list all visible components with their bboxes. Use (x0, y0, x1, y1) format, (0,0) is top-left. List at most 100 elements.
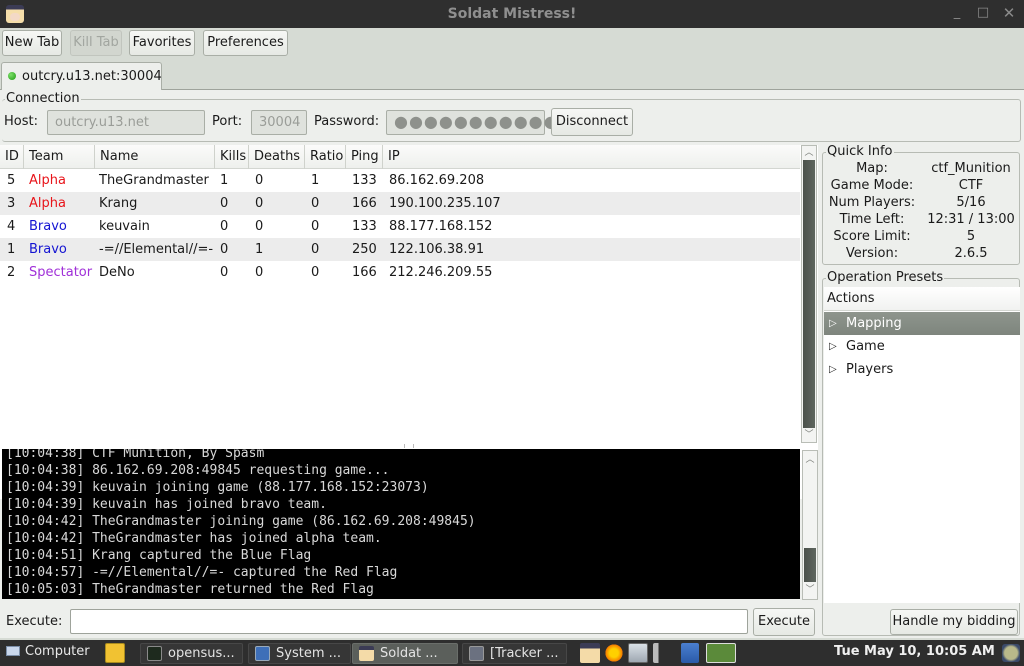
show-desktop-icon[interactable] (1002, 644, 1020, 662)
column-header-team[interactable]: Team (23, 145, 95, 169)
column-header-name[interactable]: Name (94, 145, 215, 169)
player-kills-cell: 0 (220, 219, 229, 234)
window-titlebar: Soldat Mistress! _ □ ✕ (0, 0, 1024, 28)
close-button[interactable]: ✕ (1000, 4, 1018, 22)
minimize-button[interactable]: _ (948, 4, 966, 22)
password-field[interactable]: ●●●●●●●●●●● (386, 110, 558, 135)
server-tabbar: outcry.u13.net:30004 (0, 62, 1024, 90)
handle-my-bidding-button[interactable]: Handle my bidding (890, 609, 1018, 635)
expand-arrow-icon[interactable]: ▷ (829, 335, 837, 358)
player-id-cell: 4 (7, 219, 16, 234)
tab-server[interactable]: outcry.u13.net:30004 (1, 62, 162, 90)
player-ping-cell: 166 (352, 265, 377, 280)
window-title: Soldat Mistress! (447, 6, 577, 22)
column-header-deaths[interactable]: Deaths (248, 145, 305, 169)
quick-info-row: Game Mode: CTF (823, 178, 1019, 195)
player-deaths-cell: 0 (255, 173, 264, 188)
disconnect-button[interactable]: Disconnect (551, 108, 633, 136)
player-row[interactable]: 2 Spectator DeNo 0 0 0 166 212.246.209.55 (0, 261, 800, 284)
battery-icon[interactable] (681, 643, 699, 663)
column-header-ping[interactable]: Ping (345, 145, 383, 169)
player-row[interactable]: 5 Alpha TheGrandmaster 1 0 1 133 86.162.69.208 (0, 169, 800, 192)
maximize-button[interactable]: □ (974, 4, 992, 22)
player-id-cell: 2 (7, 265, 16, 280)
tray-app-preview-icon[interactable] (706, 643, 736, 663)
tray-display-icon[interactable] (628, 643, 648, 663)
player-name-cell: TheGrandmaster (99, 173, 209, 188)
column-header-kills[interactable]: Kills (214, 145, 249, 169)
player-row[interactable]: 4 Bravo keuvain 0 0 0 133 88.177.168.152 (0, 215, 800, 238)
kill-tab-button[interactable]: Kill Tab (70, 30, 122, 56)
new-tab-button[interactable]: New Tab (2, 30, 62, 56)
execute-input[interactable] (70, 609, 748, 634)
maximize-icon: □ (976, 5, 990, 20)
player-row[interactable]: 3 Alpha Krang 0 0 0 166 190.100.235.107 (0, 192, 800, 215)
tray-updater-icon[interactable] (604, 643, 624, 663)
player-name-cell: DeNo (99, 265, 135, 280)
expand-arrow-icon[interactable]: ▷ (829, 312, 837, 335)
column-header-ip[interactable]: IP (382, 145, 800, 169)
taskbar-task-label: System ... (276, 646, 342, 661)
server-log-console[interactable]: [10:04:38] CTF Munition, By Spasm [10:04:… (2, 449, 800, 599)
player-id-cell: 5 (7, 173, 16, 188)
preset-item-game[interactable]: ▷ Game (824, 335, 1020, 358)
player-ip-cell: 86.162.69.208 (389, 173, 485, 188)
execute-label: Execute: (6, 614, 63, 629)
host-field[interactable]: outcry.u13.net (47, 110, 205, 135)
taskbar-task[interactable]: opensus... (140, 643, 243, 664)
port-label: Port: (212, 114, 243, 129)
log-scrollbar[interactable]: ︿ ﹀ (802, 450, 818, 600)
splitter-handle[interactable] (404, 444, 414, 448)
player-kills-cell: 0 (220, 265, 229, 280)
volume-icon[interactable] (653, 643, 667, 663)
column-header-id[interactable]: ID (0, 145, 24, 169)
column-header-ratio[interactable]: Ratio (304, 145, 346, 169)
player-ip-cell: 190.100.235.107 (389, 196, 501, 211)
scroll-down-icon[interactable]: ﹀ (802, 428, 816, 442)
log-line: [10:04:38] 86.162.69.208:49845 requestin… (6, 463, 390, 478)
player-ip-cell: 122.106.38.91 (389, 242, 485, 257)
preferences-button[interactable]: Preferences (203, 30, 288, 56)
execute-button[interactable]: Execute (753, 608, 815, 636)
player-row[interactable]: 1 Bravo -=//Elemental//=- 0 1 0 250 122.106.38.… (0, 238, 800, 261)
player-ping-cell: 250 (352, 242, 377, 257)
preset-item-mapping[interactable]: ▷ Mapping (824, 312, 1020, 335)
clock[interactable]: Tue May 10, 10:05 AM (834, 644, 995, 659)
log-line: [10:04:51] Krang captured the Blue Flag (6, 548, 312, 563)
player-ratio-cell: 1 (311, 173, 320, 188)
taskbar: Computer opensus... System ... Soldat ... [… (0, 640, 1024, 666)
player-id-cell: 3 (7, 196, 16, 211)
taskbar-task[interactable]: System ... (248, 643, 351, 664)
player-deaths-cell: 0 (255, 265, 264, 280)
computer-menu-button[interactable]: Computer (4, 643, 94, 663)
scroll-up-icon[interactable]: ︿ (802, 146, 816, 160)
players-scrollbar[interactable]: ︿ ﹀ (801, 145, 817, 443)
player-team-cell: Bravo (29, 219, 67, 234)
log-line: [10:05:03] TheGrandmaster returned the R… (6, 582, 374, 597)
log-line: [10:04:42] TheGrandmaster joining game (… (6, 514, 476, 529)
log-scrollbar-thumb[interactable] (804, 548, 816, 582)
taskbar-task-label: [Tracker ... (490, 646, 559, 661)
preset-item-label: Mapping (846, 316, 902, 331)
quick-info-row: Map: ctf_Munition (823, 161, 1019, 178)
scroll-up-icon[interactable]: ︿ (803, 453, 817, 467)
notes-launcher-icon[interactable] (105, 643, 125, 663)
taskbar-task[interactable]: [Tracker ... (462, 643, 567, 664)
scroll-down-icon[interactable]: ﹀ (803, 583, 817, 597)
tray-soldat-icon[interactable] (580, 643, 600, 663)
expand-arrow-icon[interactable]: ▷ (829, 358, 837, 381)
port-field[interactable]: 30004 (251, 110, 307, 135)
taskbar-task-label: opensus... (168, 646, 235, 661)
player-deaths-cell: 0 (255, 196, 264, 211)
preset-item-players[interactable]: ▷ Players (824, 358, 1020, 381)
host-label: Host: (4, 114, 38, 129)
taskbar-task-label: Soldat ... (380, 646, 438, 661)
quick-info-value: 5/16 (956, 195, 986, 210)
players-scrollbar-thumb[interactable] (803, 160, 815, 428)
favorites-button[interactable]: Favorites (129, 30, 195, 56)
player-ratio-cell: 0 (311, 196, 320, 211)
quick-info-row: Time Left: 12:31 / 13:00 (823, 212, 1019, 229)
presets-tree-header[interactable]: Actions (824, 287, 1020, 311)
quick-info-key: Map: (856, 161, 888, 176)
taskbar-task[interactable]: Soldat ... (352, 643, 458, 664)
